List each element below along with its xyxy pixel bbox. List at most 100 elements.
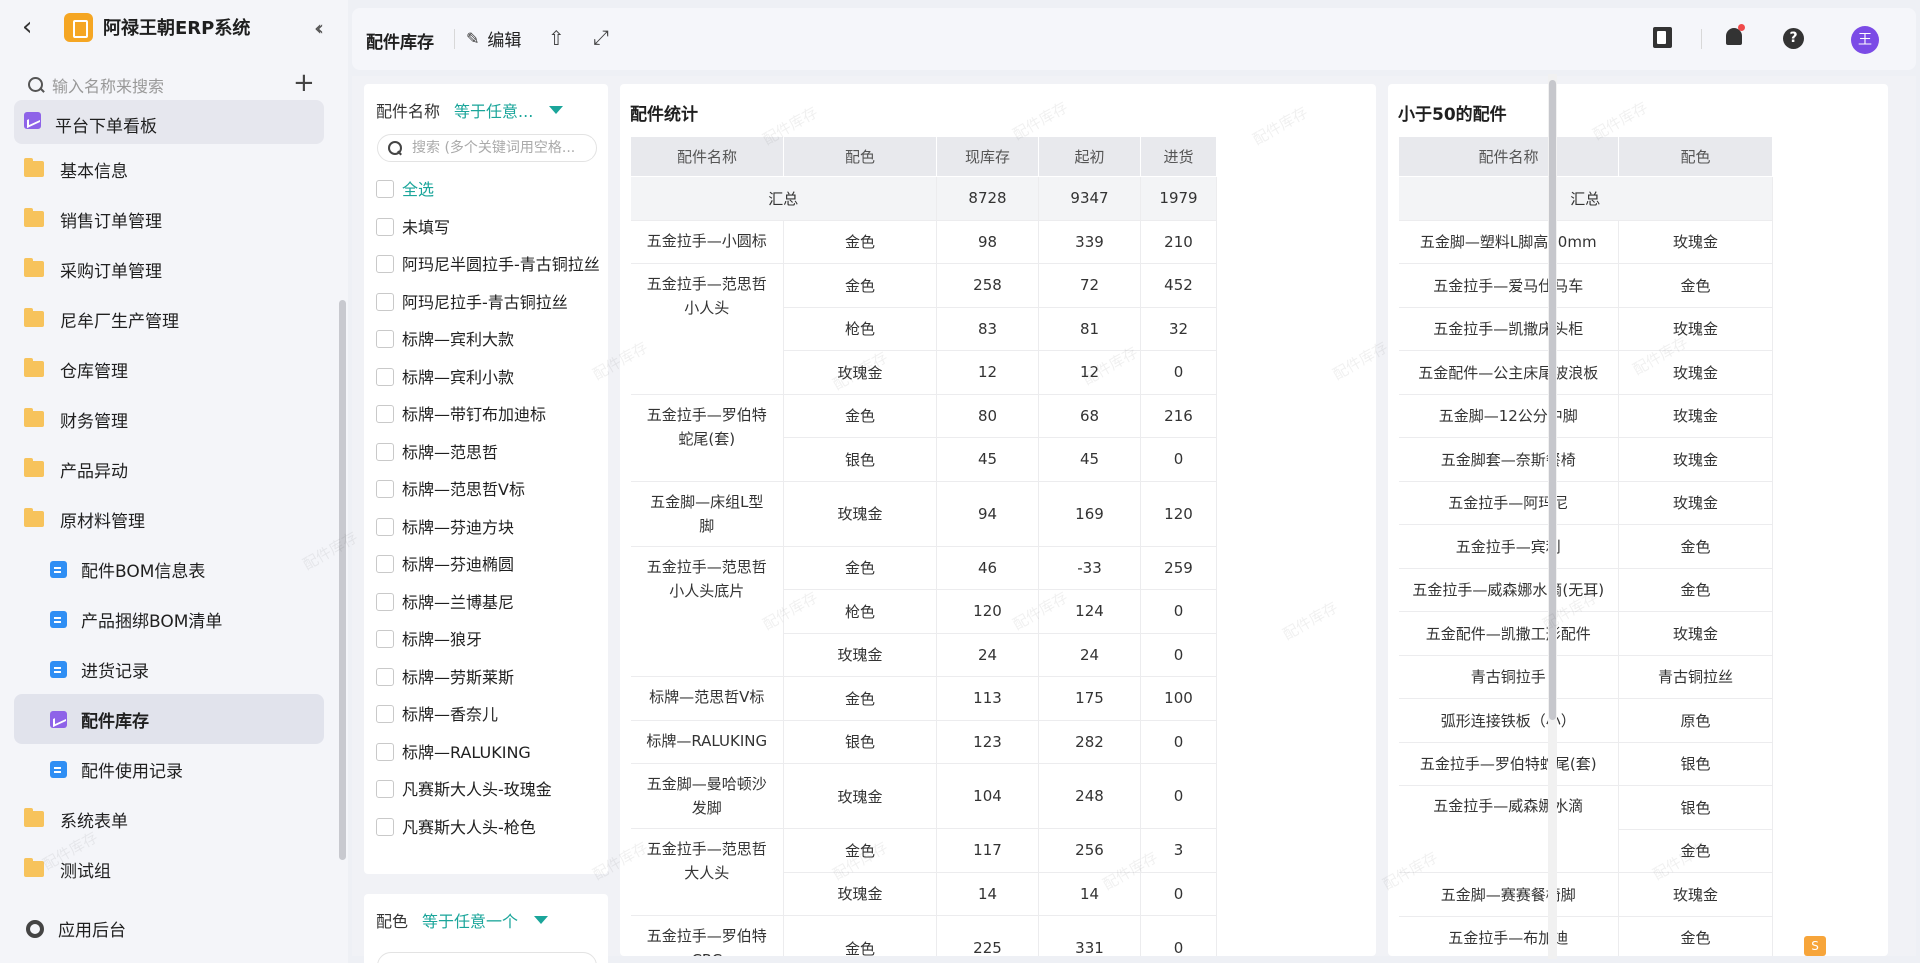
sidebar-footer[interactable]: 应用后台 xyxy=(26,916,126,941)
stock-cell: 46 xyxy=(936,546,1039,590)
filter-option[interactable]: 阿玛尼半圆拉手-青古铜拉丝 xyxy=(376,251,604,289)
filter-option[interactable]: 标牌—芬迪方块 xyxy=(376,514,604,552)
sidebar-item-label: 销售订单管理 xyxy=(60,211,162,232)
filter-option[interactable]: 标牌—范思哲 xyxy=(376,439,604,477)
checkbox[interactable] xyxy=(376,292,394,311)
edit-button[interactable]: ✎ 编辑 xyxy=(466,26,521,51)
filter-option[interactable]: 标牌—劳斯莱斯 xyxy=(376,664,604,702)
sidebar-item[interactable]: 销售订单管理 xyxy=(14,194,324,244)
chat-widget-icon[interactable]: S xyxy=(1804,936,1826,956)
filter-option[interactable]: 未填写 xyxy=(376,214,604,252)
column-header[interactable]: 现库存 xyxy=(936,136,1039,177)
sidebar-item[interactable]: 进货记录 xyxy=(14,644,324,694)
column-header[interactable]: 配色 xyxy=(1618,136,1773,177)
notification-bell-icon[interactable] xyxy=(1726,24,1745,45)
summary-stock: 8728 xyxy=(936,176,1039,221)
checkbox[interactable] xyxy=(376,442,394,461)
app-backend-link[interactable]: 应用后台 xyxy=(58,916,126,941)
sidebar-item[interactable]: 尼牟厂生产管理 xyxy=(14,294,324,344)
sidebar-item[interactable]: 财务管理 xyxy=(14,394,324,444)
column-header[interactable]: 起初 xyxy=(1038,136,1141,177)
column-header[interactable]: 配件名称 xyxy=(630,136,784,177)
sidebar-item-dashboard[interactable]: 平台下单看板 xyxy=(14,100,324,144)
checkbox[interactable] xyxy=(376,180,394,198)
table-row: 五金配件—公主床尾波浪板 玫瑰金 xyxy=(1398,350,1773,395)
filter-option[interactable]: 标牌—RALUKING xyxy=(376,739,604,777)
collapse-sidebar-icon[interactable]: ‹‹ xyxy=(314,16,324,40)
sidebar-item[interactable]: 产品捆绑BOM清单 xyxy=(14,594,324,644)
sidebar-item[interactable]: 仓库管理 xyxy=(14,344,324,394)
share-icon[interactable]: ⇧ xyxy=(548,26,565,50)
initial-cell: 169 xyxy=(1038,481,1141,547)
filter-option[interactable]: 标牌—香奈儿 xyxy=(376,701,604,739)
filter-option[interactable]: 凡赛斯大人头-玫瑰金 xyxy=(376,776,604,814)
filter-operator-select[interactable]: 等于任意一个 xyxy=(422,908,518,932)
filter-option[interactable]: 标牌—带钉布加迪标 xyxy=(376,401,604,439)
checkbox[interactable] xyxy=(376,592,394,611)
checkbox[interactable] xyxy=(376,667,394,686)
sidebar-item[interactable]: 基本信息 xyxy=(14,144,324,194)
caret-down-icon[interactable] xyxy=(534,916,549,924)
sidebar-item[interactable]: 采购订单管理 xyxy=(14,244,324,294)
color-cell: 金色 xyxy=(783,263,937,308)
sidebar-item[interactable]: 原材料管理 xyxy=(14,494,324,544)
sidebar-item[interactable]: 配件库存 xyxy=(14,694,324,744)
help-icon[interactable]: ? xyxy=(1783,28,1804,49)
filter-operator-select[interactable]: 等于任意... xyxy=(454,98,533,122)
checkbox[interactable] xyxy=(376,780,394,798)
filter-option[interactable]: 标牌—兰博基尼 xyxy=(376,589,604,627)
filter-option[interactable]: 标牌—宾利大款 xyxy=(376,326,604,364)
filter-option-label: 标牌—带钉布加迪标 xyxy=(402,405,547,424)
add-icon[interactable]: + xyxy=(293,70,315,96)
stock-cell: 225 xyxy=(936,915,1039,956)
column-header[interactable]: 配件名称 xyxy=(1398,136,1619,177)
checkbox[interactable] xyxy=(376,817,394,836)
checkbox[interactable] xyxy=(376,480,394,498)
stock-cell: 113 xyxy=(936,676,1039,721)
table-row: 五金拉手—罗伯特CRC金色2253310 xyxy=(630,915,1217,956)
sidebar-item[interactable]: 配件使用记录 xyxy=(14,744,324,794)
checkbox[interactable] xyxy=(376,705,394,723)
sidebar-search-input[interactable] xyxy=(52,74,242,98)
color-cell: 玫瑰金 xyxy=(783,633,937,677)
purchase-cell: 0 xyxy=(1140,350,1217,395)
filter-option[interactable]: 标牌—范思哲V标 xyxy=(376,476,604,514)
filter-search[interactable] xyxy=(377,952,597,963)
sidebar-item[interactable]: 系统表单 xyxy=(14,794,324,844)
back-arrow-icon[interactable]: ‹ xyxy=(22,14,44,40)
filter-option[interactable]: 标牌—狼牙 xyxy=(376,626,604,664)
checkbox[interactable] xyxy=(376,405,394,423)
fullscreen-icon[interactable]: ⤢ xyxy=(593,25,609,49)
filter-option[interactable]: 标牌—宾利小款 xyxy=(376,364,604,402)
part-name-cell: 五金脚套—奈斯餐椅 xyxy=(1398,437,1619,482)
checkbox[interactable] xyxy=(376,742,394,761)
checkbox[interactable] xyxy=(376,555,394,573)
filter-option[interactable]: 凡赛斯大人头-枪色 xyxy=(376,814,604,852)
checkbox[interactable] xyxy=(376,517,394,536)
book-icon[interactable] xyxy=(1653,27,1672,48)
filter-option[interactable]: 阿玛尼拉手-青古铜拉丝 xyxy=(376,289,604,327)
sidebar-scrollbar[interactable] xyxy=(339,300,346,860)
part-name-cell: 五金拉手—布加迪 xyxy=(1398,916,1619,956)
filter-option[interactable]: 全选 xyxy=(376,176,604,214)
purchase-cell: 0 xyxy=(1140,633,1217,677)
page-scrollbar-thumb[interactable] xyxy=(1549,80,1556,720)
caret-down-icon[interactable] xyxy=(549,106,564,114)
avatar[interactable]: 王 xyxy=(1851,26,1879,54)
checkbox[interactable] xyxy=(376,367,394,386)
sidebar-item[interactable]: 配件BOM信息表 xyxy=(14,544,324,594)
part-name-cell: 五金拉手—罗伯特CRC xyxy=(630,915,784,956)
checkbox[interactable] xyxy=(376,330,394,348)
filter-option-label: 全选 xyxy=(402,180,435,199)
checkbox[interactable] xyxy=(376,217,394,236)
filter-search-input[interactable] xyxy=(412,138,592,158)
column-header[interactable]: 配色 xyxy=(783,136,937,177)
initial-cell: 339 xyxy=(1038,220,1141,264)
filter-option[interactable]: 标牌—芬迪椭圆 xyxy=(376,551,604,589)
column-header[interactable]: 进货 xyxy=(1140,136,1217,177)
checkbox[interactable] xyxy=(376,255,394,273)
color-cell: 玫瑰金 xyxy=(1618,872,1773,917)
checkbox[interactable] xyxy=(376,630,394,648)
sidebar-item[interactable]: 产品异动 xyxy=(14,444,324,494)
sidebar-item[interactable]: 测试组 xyxy=(14,844,324,894)
